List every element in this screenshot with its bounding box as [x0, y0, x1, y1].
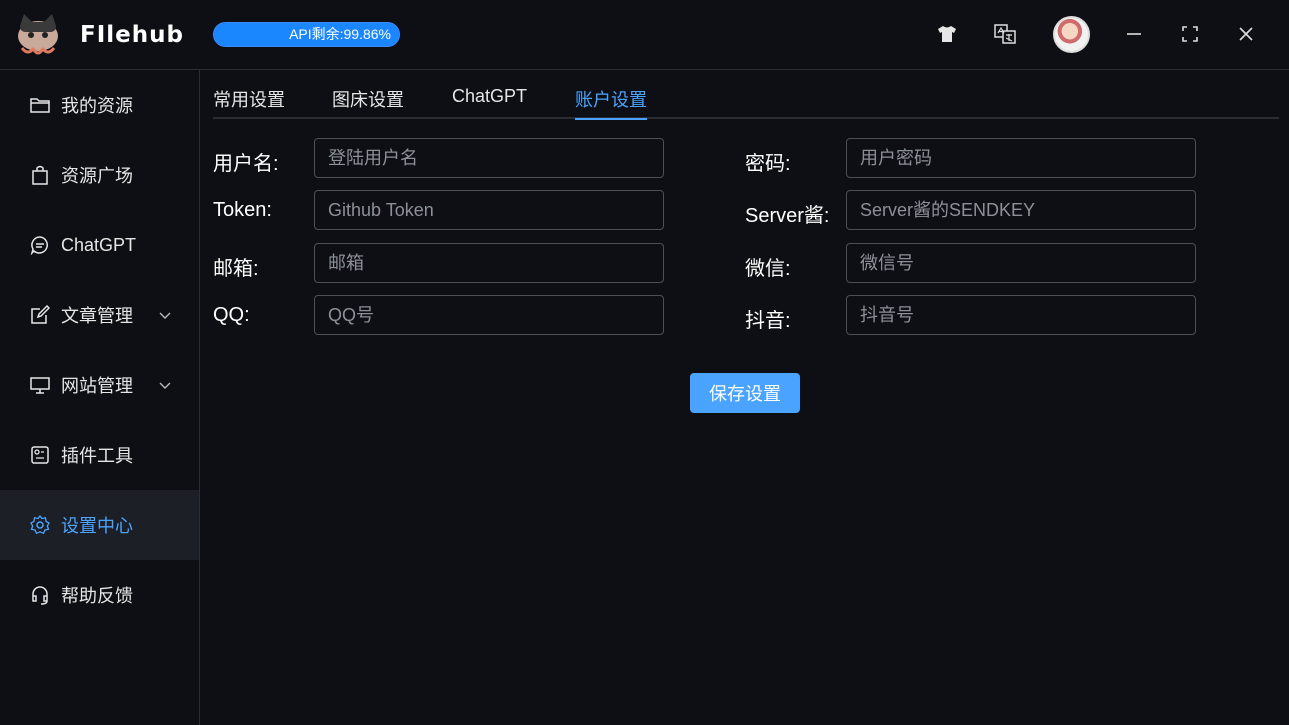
chevron-down-icon: [159, 382, 171, 389]
password-label: 密码:: [745, 153, 791, 175]
sidebar-item-label: 我的资源: [61, 96, 133, 116]
token-input[interactable]: [314, 190, 664, 230]
server-jiang-label: Server酱:: [745, 205, 830, 227]
tab-image-hosting-settings[interactable]: 图床设置: [332, 86, 404, 119]
email-label: 邮箱:: [213, 258, 259, 280]
qq-label: QQ:: [213, 304, 250, 326]
sidebar-item-label: 文章管理: [61, 306, 133, 326]
qq-input[interactable]: [314, 295, 664, 335]
sidebar-item-settings-center[interactable]: 设置中心: [0, 490, 199, 560]
douyin-input[interactable]: [846, 295, 1196, 335]
sidebar-item-resource-square[interactable]: 资源广场: [0, 140, 199, 210]
maximize-icon[interactable]: [1178, 22, 1202, 46]
sidebar-item-website-management[interactable]: 网站管理: [0, 350, 199, 420]
sidebar-item-plugin-tools[interactable]: 插件工具: [0, 420, 199, 490]
save-settings-button[interactable]: 保存设置: [690, 373, 800, 413]
sidebar-item-label: 网站管理: [61, 376, 133, 396]
token-label: Token:: [213, 199, 272, 221]
sidebar-item-article-management[interactable]: 文章管理: [0, 280, 199, 350]
headset-icon: [30, 585, 50, 605]
octocat-logo-icon: [18, 14, 58, 55]
gear-icon: [30, 515, 50, 535]
plugin-icon: [30, 445, 50, 465]
sidebar-item-label: 设置中心: [61, 516, 133, 536]
translate-icon[interactable]: [993, 22, 1017, 46]
sidebar-item-help-feedback[interactable]: 帮助反馈: [0, 560, 199, 630]
server-jiang-input[interactable]: [846, 190, 1196, 230]
wechat-input[interactable]: [846, 243, 1196, 283]
sidebar-item-chatgpt[interactable]: ChatGPT: [0, 210, 199, 280]
chevron-down-icon: [159, 312, 171, 319]
chat-icon: [30, 235, 50, 255]
tab-chatgpt[interactable]: ChatGPT: [452, 86, 527, 119]
shopping-bag-icon: [30, 165, 50, 185]
password-input[interactable]: [846, 138, 1196, 178]
minimize-icon[interactable]: [1122, 22, 1146, 46]
monitor-icon: [30, 375, 50, 395]
username-label: 用户名:: [213, 153, 279, 175]
wechat-label: 微信:: [745, 258, 791, 280]
brand-name: FIlehub: [80, 22, 184, 48]
edit-icon: [30, 305, 50, 325]
api-remaining-text: API剩余:99.86%: [289, 26, 391, 42]
sidebar-item-label: ChatGPT: [61, 234, 137, 255]
tab-general-settings[interactable]: 常用设置: [213, 86, 285, 119]
close-icon[interactable]: [1234, 22, 1258, 46]
folder-icon: [30, 95, 50, 115]
settings-tabs: 常用设置 图床设置 ChatGPT 账户设置: [213, 70, 1279, 120]
tab-account-settings[interactable]: 账户设置: [575, 86, 647, 120]
sidebar-item-label: 帮助反馈: [61, 586, 133, 606]
sidebar-item-my-resources[interactable]: 我的资源: [0, 70, 199, 140]
title-bar: FIlehub API剩余:99.86%: [0, 0, 1289, 70]
douyin-label: 抖音:: [745, 310, 791, 332]
email-input[interactable]: [314, 243, 664, 283]
sidebar-item-label: 插件工具: [61, 446, 133, 466]
api-remaining-badge: API剩余:99.86%: [213, 22, 400, 47]
user-avatar[interactable]: [1053, 16, 1090, 53]
sidebar: 我的资源 资源广场 ChatGPT 文章管理 网站管理 插件工具 设置中心 帮助…: [0, 70, 200, 725]
tshirt-icon[interactable]: [935, 22, 959, 46]
sidebar-item-label: 资源广场: [61, 166, 133, 186]
username-input[interactable]: [314, 138, 664, 178]
